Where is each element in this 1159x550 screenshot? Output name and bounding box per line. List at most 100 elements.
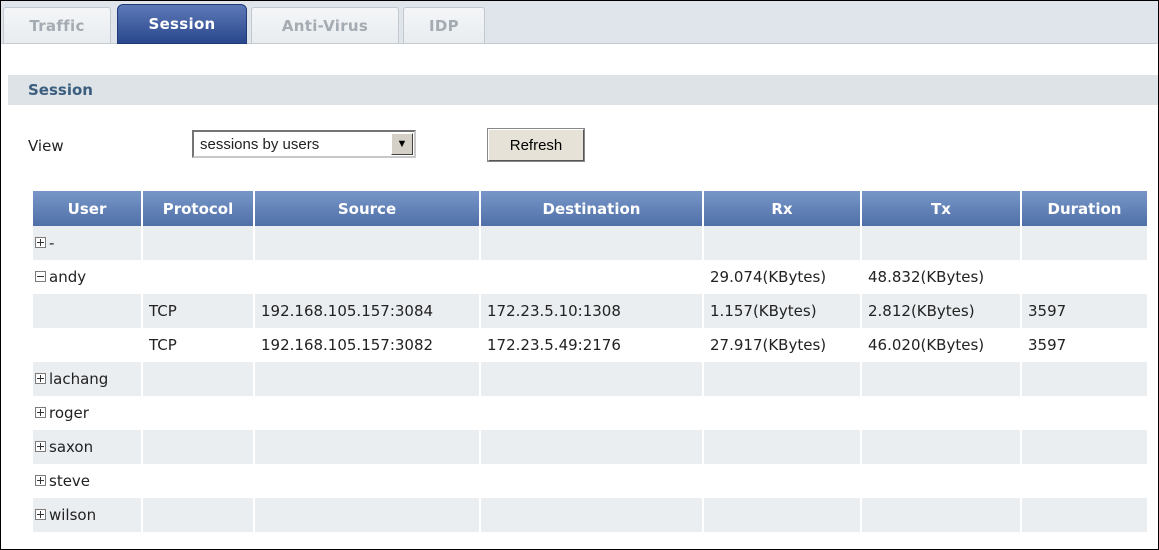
tx-cell: 46.020(KBytes) (862, 328, 1022, 362)
source-cell: 192.168.105.157:3084 (255, 294, 481, 328)
rx-cell (704, 362, 862, 396)
source-cell (255, 260, 481, 294)
source-cell: 192.168.105.157:3082 (255, 328, 481, 362)
column-header-duration[interactable]: Duration (1022, 191, 1147, 226)
collapse-icon[interactable] (35, 271, 46, 282)
destination-cell (481, 226, 704, 260)
protocol-cell (143, 362, 255, 396)
table-row: TCP 192.168.105.157:3082 172.23.5.49:217… (33, 328, 1147, 362)
user-name: steve (49, 472, 91, 490)
protocol-cell (143, 226, 255, 260)
column-header-protocol[interactable]: Protocol (143, 191, 255, 226)
protocol-cell (143, 464, 255, 498)
table-row: lachang (33, 362, 1147, 396)
table-row: TCP 192.168.105.157:3084 172.23.5.10:130… (33, 294, 1147, 328)
table-row: andy 29.074(KBytes) 48.832(KBytes) (33, 260, 1147, 294)
table-row: saxon (33, 430, 1147, 464)
protocol-cell (143, 396, 255, 430)
refresh-button[interactable]: Refresh (487, 128, 585, 162)
user-cell (33, 294, 143, 328)
expand-icon[interactable] (35, 475, 46, 486)
user-name: andy (49, 268, 87, 286)
duration-cell (1022, 430, 1147, 464)
column-header-rx[interactable]: Rx (704, 191, 862, 226)
user-name: - (49, 234, 55, 252)
user-cell[interactable]: andy (33, 260, 143, 294)
column-header-tx[interactable]: Tx (862, 191, 1022, 226)
rx-cell: 29.074(KBytes) (704, 260, 862, 294)
source-cell (255, 430, 481, 464)
tx-cell: 2.812(KBytes) (862, 294, 1022, 328)
tab-idp[interactable]: IDP (403, 7, 485, 43)
protocol-cell (143, 260, 255, 294)
protocol-cell (143, 498, 255, 532)
user-name: roger (49, 404, 89, 422)
destination-cell: 172.23.5.10:1308 (481, 294, 704, 328)
destination-cell (481, 362, 704, 396)
duration-cell (1022, 260, 1147, 294)
view-select[interactable]: sessions by users ▼ (192, 130, 416, 158)
expand-icon[interactable] (35, 407, 46, 418)
rx-cell (704, 430, 862, 464)
expand-icon[interactable] (35, 509, 46, 520)
view-label: View (28, 137, 64, 155)
destination-cell (481, 430, 704, 464)
duration-cell: 3597 (1022, 294, 1147, 328)
user-name: lachang (49, 370, 109, 388)
user-cell[interactable]: saxon (33, 430, 143, 464)
rx-cell: 27.917(KBytes) (704, 328, 862, 362)
user-cell[interactable]: roger (33, 396, 143, 430)
tab-session[interactable]: Session (117, 4, 247, 44)
tx-cell (862, 498, 1022, 532)
destination-cell (481, 498, 704, 532)
user-cell[interactable]: - (33, 226, 143, 260)
user-cell[interactable]: lachang (33, 362, 143, 396)
expand-icon[interactable] (35, 237, 46, 248)
expand-icon[interactable] (35, 441, 46, 452)
chevron-down-icon[interactable]: ▼ (391, 133, 413, 155)
source-cell (255, 396, 481, 430)
rx-cell (704, 464, 862, 498)
column-header-destination[interactable]: Destination (481, 191, 704, 226)
duration-cell (1022, 396, 1147, 430)
destination-cell (481, 464, 704, 498)
tx-cell (862, 226, 1022, 260)
section-title: Session (8, 75, 1158, 105)
destination-cell: 172.23.5.49:2176 (481, 328, 704, 362)
duration-cell (1022, 226, 1147, 260)
duration-cell: 3597 (1022, 328, 1147, 362)
user-cell[interactable]: steve (33, 464, 143, 498)
tx-cell (862, 396, 1022, 430)
rx-cell (704, 396, 862, 430)
protocol-cell: TCP (143, 328, 255, 362)
column-header-source[interactable]: Source (255, 191, 481, 226)
view-select-value: sessions by users (200, 135, 320, 153)
tab-strip: Traffic Session Anti-Virus IDP (1, 1, 1158, 44)
duration-cell (1022, 362, 1147, 396)
expand-icon[interactable] (35, 373, 46, 384)
column-header-user[interactable]: User (33, 191, 143, 226)
protocol-cell: TCP (143, 294, 255, 328)
table-row: - (33, 226, 1147, 260)
rx-cell (704, 498, 862, 532)
rx-cell: 1.157(KBytes) (704, 294, 862, 328)
source-cell (255, 362, 481, 396)
table-row: roger (33, 396, 1147, 430)
source-cell (255, 464, 481, 498)
source-cell (255, 498, 481, 532)
source-cell (255, 226, 481, 260)
destination-cell (481, 260, 704, 294)
session-table: User Protocol Source Destination Rx Tx D… (33, 191, 1147, 532)
rx-cell (704, 226, 862, 260)
tx-cell (862, 464, 1022, 498)
tab-anti-virus[interactable]: Anti-Virus (251, 7, 399, 43)
table-header-row: User Protocol Source Destination Rx Tx D… (33, 191, 1147, 226)
user-cell[interactable]: wilson (33, 498, 143, 532)
duration-cell (1022, 464, 1147, 498)
tab-traffic[interactable]: Traffic (3, 7, 111, 43)
user-cell (33, 328, 143, 362)
table-row: steve (33, 464, 1147, 498)
tx-cell (862, 362, 1022, 396)
table-row: wilson (33, 498, 1147, 532)
duration-cell (1022, 498, 1147, 532)
